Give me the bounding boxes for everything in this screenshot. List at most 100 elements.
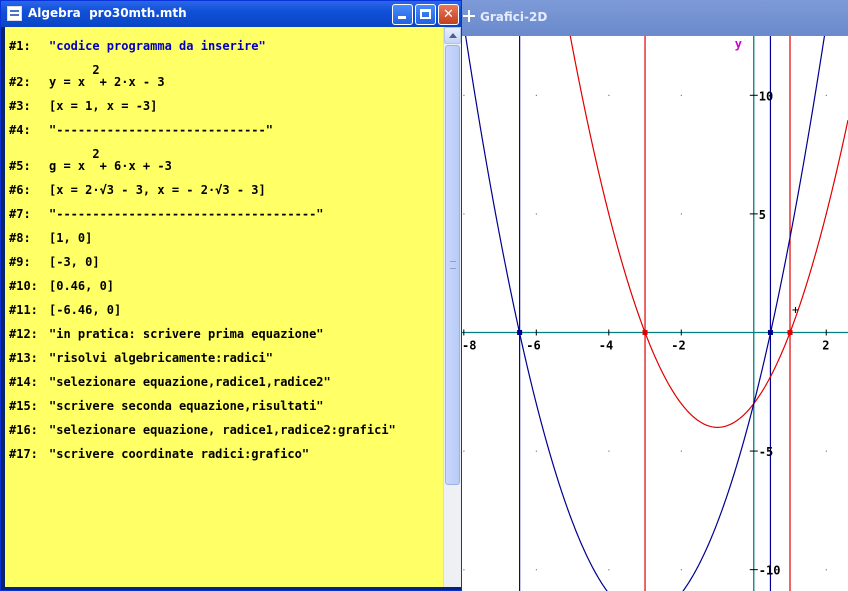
grid-dot — [825, 569, 827, 571]
expression-text: [-6.46, 0] — [49, 303, 122, 317]
grid-dot — [680, 450, 682, 452]
grid-dot — [608, 450, 610, 452]
x-tick-label: -4 — [599, 338, 613, 352]
y-tick-label: 5 — [759, 208, 766, 222]
expression-text: [0.46, 0] — [49, 279, 115, 293]
root-point[interactable] — [787, 329, 793, 335]
expression-row[interactable]: #15: "scrivere seconda equazione,risultat… — [9, 399, 324, 413]
y-axis-label: y — [735, 37, 742, 51]
expression-row[interactable]: #1: "codice programma da inserire" — [9, 39, 266, 53]
expression-label: #16: — [9, 423, 38, 437]
grid-dot — [535, 569, 538, 571]
grid-dot — [535, 213, 538, 215]
maximize-button[interactable] — [415, 4, 436, 25]
expression-label: #4: — [9, 123, 31, 137]
expression-label: #2: — [9, 75, 31, 89]
expression-text: "in pratica: scrivere prima equazione" — [49, 327, 324, 341]
root-point[interactable] — [642, 329, 648, 335]
expression-row[interactable]: #3: [x = 1, x = -3] — [9, 99, 157, 113]
expression-label: #12: — [9, 327, 38, 341]
expression-text: [x = 1, x = -3] — [49, 99, 158, 113]
expression-label: #17: — [9, 447, 38, 461]
expression-row[interactable]: #17: "scrivere coordinate radici:grafico" — [9, 447, 309, 461]
exponent: 2 — [92, 147, 100, 161]
x-tick-label: -8 — [462, 338, 476, 352]
grid-dot — [535, 94, 538, 96]
y-tick-label: 10 — [759, 89, 773, 103]
expression-row[interactable]: #8: [1, 0] — [9, 231, 92, 245]
expression-label: #7: — [9, 207, 31, 221]
expression-text: "scrivere coordinate radici:grafico" — [49, 447, 310, 461]
close-button[interactable]: ✕ — [438, 4, 459, 25]
root-point[interactable] — [517, 329, 523, 335]
x-tick-label: -2 — [671, 338, 685, 352]
expression-label: #15: — [9, 399, 38, 413]
graph-window-icon — [463, 10, 475, 22]
grid-dot — [825, 450, 827, 452]
expression-row[interactable]: #9: [-3, 0] — [9, 255, 100, 269]
algebra-titlebar[interactable]: Algebra pro30mth.mth ✕ — [1, 1, 461, 27]
expression-label: #14: — [9, 375, 38, 389]
algebra-window: Algebra pro30mth.mth ✕ #1: "codice progra… — [0, 0, 462, 591]
expression-text: "selezionare equazione, radice1,radice2:… — [49, 423, 396, 437]
algebra-window-icon[interactable] — [7, 6, 22, 21]
graph-titlebar[interactable]: Grafici-2D — [462, 0, 848, 36]
expression-text: [-3, 0] — [49, 255, 100, 269]
graph-plot-area[interactable]: -8 -6 -4 -2 2 10 5 -5 -10 y — [462, 36, 848, 591]
expression-label: #10: — [9, 279, 38, 293]
grid-dot — [463, 213, 465, 215]
grid-dot — [463, 450, 465, 452]
grid-dot — [463, 94, 465, 96]
expression-row[interactable]: #13: "risolvi algebricamente:radici" — [9, 351, 273, 365]
expression-row[interactable]: #11: [-6.46, 0] — [9, 303, 121, 317]
scroll-up-button[interactable] — [444, 27, 461, 44]
expression-label: #1: — [9, 39, 31, 53]
expression-label: #9: — [9, 255, 31, 269]
grid-dot — [535, 450, 538, 452]
expression-label: #3: — [9, 99, 31, 113]
expression-row[interactable]: #4: "-----------------------------" — [9, 123, 273, 137]
expression-text: "scrivere seconda equazione,risultati" — [49, 399, 324, 413]
algebra-window-title: Algebra pro30mth.mth — [28, 6, 187, 20]
y-tick-label: -10 — [759, 564, 781, 578]
grid-dot — [608, 569, 610, 571]
grid-dot — [463, 569, 465, 571]
x-tick-label: 2 — [822, 338, 829, 352]
expression-text: "codice programma da inserire" — [49, 39, 266, 53]
expression-row[interactable]: #10: [0.46, 0] — [9, 279, 114, 293]
y-tick-label: -5 — [759, 445, 773, 459]
graph-window-title: Grafici-2D — [480, 10, 548, 24]
expression-label: #6: — [9, 183, 31, 197]
expression-row[interactable]: #16: "selezionare equazione, radice1,radi… — [9, 423, 396, 437]
graph-window: Grafici-2D -8 -6 -4 -2 2 10 5 -5 -10 y — [462, 0, 848, 591]
expression-row[interactable]: #7: "------------------------------------… — [9, 207, 324, 221]
expression-text: "risolvi algebricamente:radici" — [49, 351, 273, 365]
expression-label: #8: — [9, 231, 31, 245]
minimize-button[interactable] — [392, 4, 413, 25]
root-point[interactable] — [767, 329, 773, 335]
expression-row[interactable]: #2: y = x + 2·x - 3 — [9, 75, 165, 89]
grid-dot — [825, 94, 827, 96]
scrollbar-thumb[interactable] — [445, 45, 460, 485]
grid-dot — [680, 94, 682, 96]
grid-dot — [680, 569, 682, 571]
grid-dot — [680, 213, 682, 215]
expression-row[interactable]: #5: g = x + 6·x + -3 — [9, 159, 172, 173]
plot-svg[interactable]: -8 -6 -4 -2 2 10 5 -5 -10 y — [462, 36, 848, 591]
expression-row[interactable]: #6: [x = 2·√3 - 3, x = - 2·√3 - 3] — [9, 183, 266, 197]
expression-text: "------------------------------------" — [49, 207, 324, 221]
exponent: 2 — [92, 63, 100, 77]
expression-text: g = x + 6·x + -3 — [49, 159, 172, 173]
vertical-scrollbar[interactable] — [443, 27, 461, 587]
grid-dot — [608, 94, 610, 96]
expression-label: #11: — [9, 303, 38, 317]
expression-text: "selezionare equazione,radice1,radice2" — [49, 375, 331, 389]
expression-label: #5: — [9, 159, 31, 173]
expression-text: [x = 2·√3 - 3, x = - 2·√3 - 3] — [49, 183, 266, 197]
expression-label: #13: — [9, 351, 38, 365]
expression-row[interactable]: #14: "selezionare equazione,radice1,radic… — [9, 375, 331, 389]
expression-text: [1, 0] — [49, 231, 93, 245]
expression-text: "-----------------------------" — [49, 123, 273, 137]
expression-row[interactable]: #12: "in pratica: scrivere prima equazion… — [9, 327, 324, 341]
algebra-expression-list[interactable]: #1: "codice programma da inserire" #2: y = … — [5, 27, 443, 587]
